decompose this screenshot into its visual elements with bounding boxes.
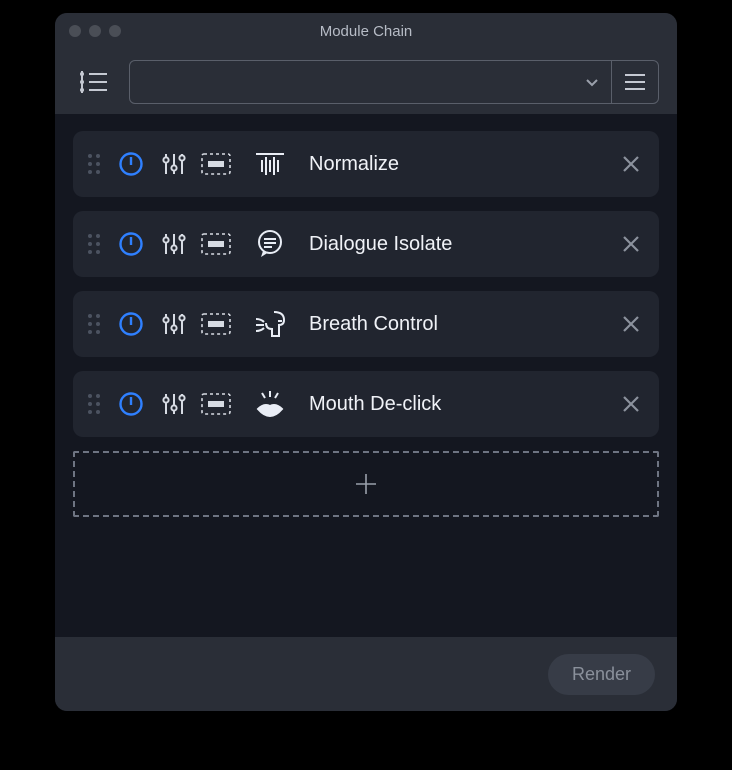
- selection-button[interactable]: [201, 393, 231, 415]
- mouth-icon: [251, 389, 289, 419]
- close-icon: [621, 234, 641, 254]
- footer: Render: [55, 637, 677, 711]
- grip-icon: [87, 233, 101, 255]
- add-module-slot[interactable]: [73, 451, 659, 517]
- module-settings-button[interactable]: [161, 311, 187, 337]
- module-name: Normalize: [309, 153, 603, 176]
- preset-dropdown[interactable]: [130, 61, 612, 103]
- power-toggle[interactable]: [115, 388, 147, 420]
- power-icon: [118, 311, 144, 337]
- power-icon: [118, 391, 144, 417]
- module-row: Normalize: [73, 131, 659, 197]
- window-controls: [69, 25, 121, 37]
- sliders-icon: [161, 231, 187, 257]
- zoom-window-button[interactable]: [109, 25, 121, 37]
- drag-handle[interactable]: [87, 393, 101, 415]
- module-name: Dialogue Isolate: [309, 233, 603, 256]
- module-chain-list: Normalize Dialogue Isolate: [55, 115, 677, 637]
- drag-handle[interactable]: [87, 233, 101, 255]
- grip-icon: [87, 393, 101, 415]
- selection-button[interactable]: [201, 233, 231, 255]
- preset-group: [129, 60, 659, 104]
- grip-icon: [87, 153, 101, 175]
- drag-handle[interactable]: [87, 313, 101, 335]
- toolbar: [55, 49, 677, 115]
- power-toggle[interactable]: [115, 228, 147, 260]
- window-title: Module Chain: [55, 23, 677, 40]
- sliders-icon: [161, 151, 187, 177]
- remove-module-button[interactable]: [617, 150, 645, 178]
- selection-button[interactable]: [201, 153, 231, 175]
- module-row: Dialogue Isolate: [73, 211, 659, 277]
- render-button[interactable]: Render: [548, 654, 655, 695]
- dialogue-icon: [251, 229, 289, 259]
- power-toggle[interactable]: [115, 308, 147, 340]
- titlebar: Module Chain: [55, 13, 677, 49]
- power-icon: [118, 231, 144, 257]
- module-settings-button[interactable]: [161, 151, 187, 177]
- module-name: Mouth De-click: [309, 393, 603, 416]
- close-window-button[interactable]: [69, 25, 81, 37]
- module-row: Mouth De-click: [73, 371, 659, 437]
- hamburger-icon: [624, 73, 646, 91]
- module-list-button[interactable]: [73, 61, 115, 103]
- plus-icon: [353, 471, 379, 497]
- selection-icon: [201, 313, 231, 335]
- breath-icon: [251, 309, 289, 339]
- selection-icon: [201, 153, 231, 175]
- power-toggle[interactable]: [115, 148, 147, 180]
- list-icon: [79, 70, 109, 94]
- module-row: Breath Control: [73, 291, 659, 357]
- selection-icon: [201, 233, 231, 255]
- module-name: Breath Control: [309, 313, 603, 336]
- preset-menu-button[interactable]: [612, 61, 658, 103]
- close-icon: [621, 394, 641, 414]
- module-settings-button[interactable]: [161, 391, 187, 417]
- module-settings-button[interactable]: [161, 231, 187, 257]
- normalize-icon: [251, 150, 289, 178]
- power-icon: [118, 151, 144, 177]
- minimize-window-button[interactable]: [89, 25, 101, 37]
- remove-module-button[interactable]: [617, 230, 645, 258]
- remove-module-button[interactable]: [617, 390, 645, 418]
- chevron-down-icon: [583, 73, 601, 91]
- remove-module-button[interactable]: [617, 310, 645, 338]
- grip-icon: [87, 313, 101, 335]
- selection-button[interactable]: [201, 313, 231, 335]
- sliders-icon: [161, 311, 187, 337]
- close-icon: [621, 154, 641, 174]
- module-chain-window: Module Chain: [55, 13, 677, 711]
- selection-icon: [201, 393, 231, 415]
- close-icon: [621, 314, 641, 334]
- sliders-icon: [161, 391, 187, 417]
- drag-handle[interactable]: [87, 153, 101, 175]
